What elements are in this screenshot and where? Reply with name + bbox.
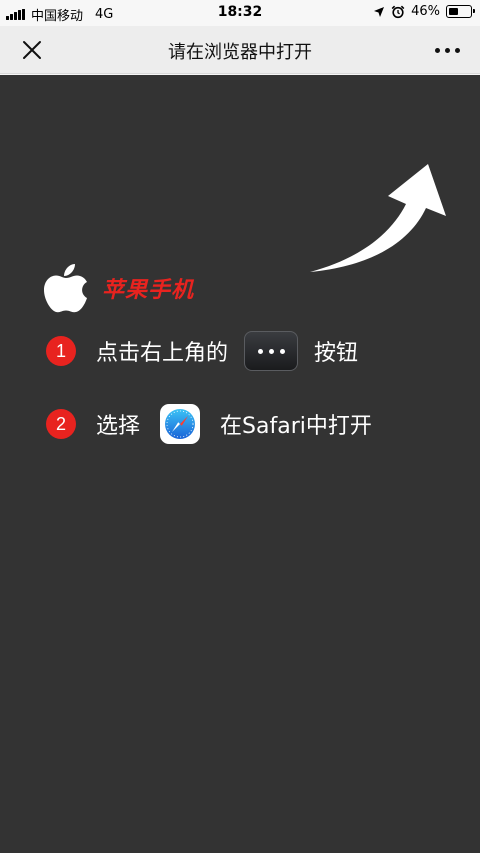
page-title: 请在浏览器中打开 [168,42,312,63]
more-icon-dot [444,47,450,53]
step-text: 选择 [96,414,141,439]
step-1: 1 点击右上角的 按钮 [46,331,358,371]
curved-arrow-icon [310,164,446,272]
close-icon [23,41,41,59]
close-button[interactable] [18,36,46,64]
status-bar: 中国移动 4G 18:32 46% [0,0,480,26]
safari-icon [160,404,201,444]
battery-percent: 46% [411,4,440,19]
step-text: 点击右上角的 [96,341,229,366]
step-2: 2 选择 在Safari中打开 [46,404,372,444]
apple-logo [44,264,87,313]
location-icon [374,6,385,17]
more-icon-dot [434,47,440,53]
step-number: 1 [46,336,76,366]
step-text-after: 按钮 [314,341,359,366]
step-text-after: 在Safari中打开 [220,414,372,439]
status-bar-right: 46% [373,4,475,19]
nav-bar: 请在浏览器中打开 [0,26,480,74]
battery-icon [446,5,475,18]
more-icon-dot [454,47,460,53]
more-button[interactable] [430,36,464,64]
brand-title: 苹果手机 [102,278,195,303]
alarm-icon [391,5,405,18]
step-number: 2 [46,409,76,439]
more-dots-icon [244,331,299,371]
brand-header: 苹果手机 [42,262,194,314]
